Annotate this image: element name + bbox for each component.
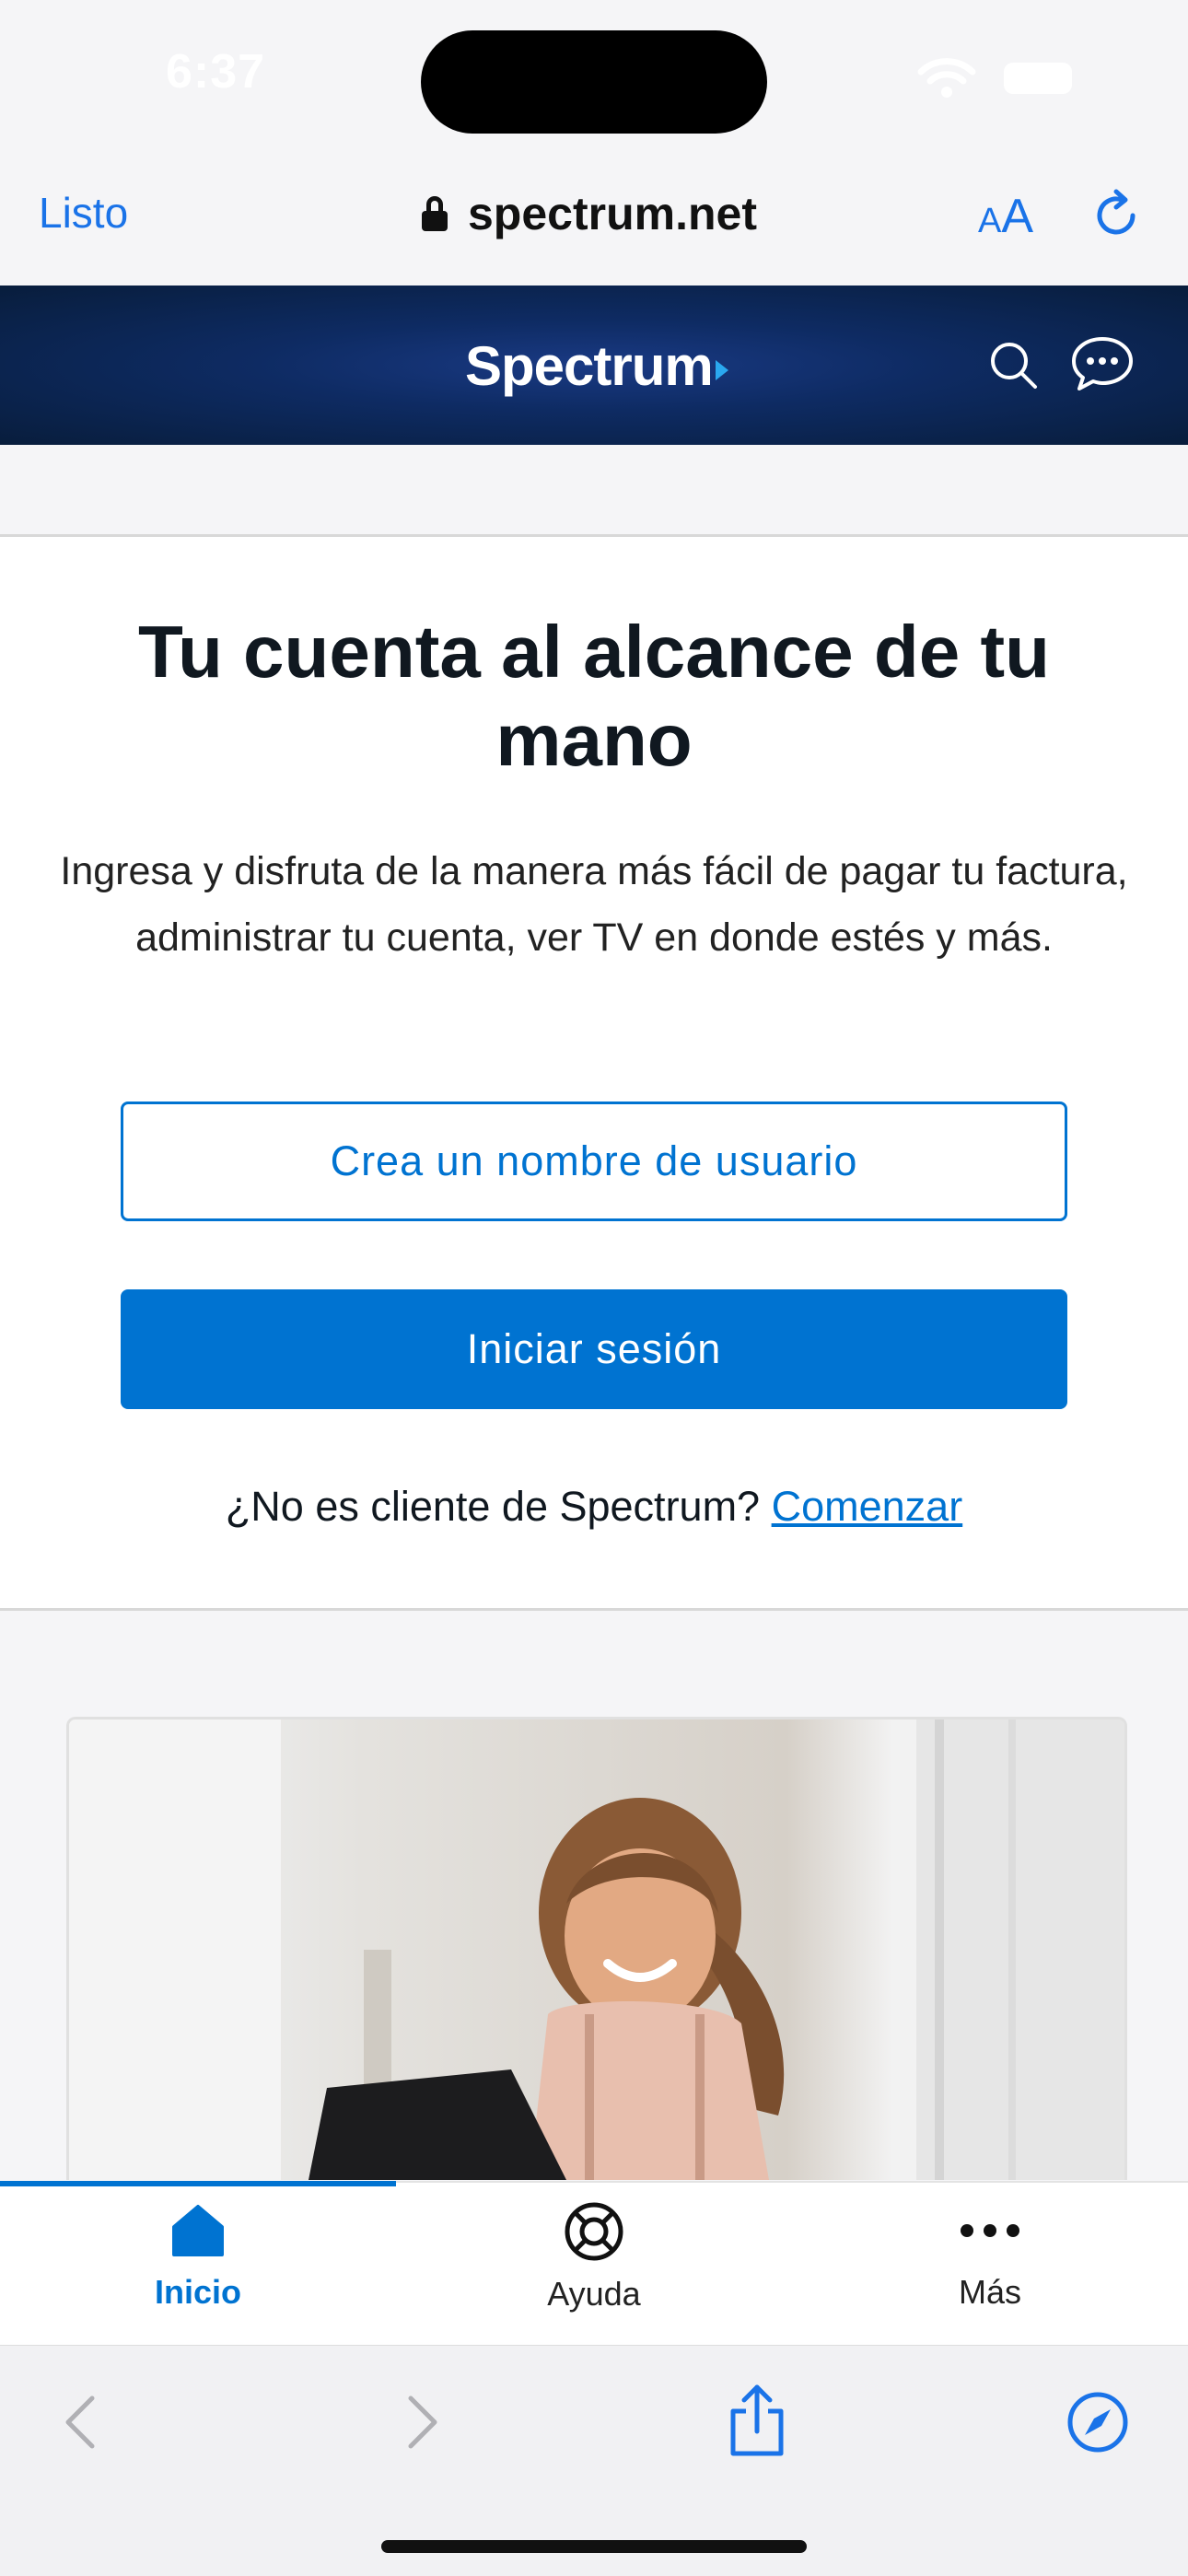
page-description: Ingresa y disfruta de la manera más fáci… (60, 849, 1128, 960)
more-dots-icon (961, 2224, 1019, 2237)
text-size-button[interactable]: AA (978, 189, 1033, 244)
tab-ayuda[interactable]: Ayuda (396, 2201, 792, 2339)
not-customer-text: ¿No es cliente de Spectrum? (225, 1483, 761, 1530)
done-button[interactable]: Listo (39, 188, 128, 238)
create-username-button[interactable]: Crea un nombre de usuario (121, 1102, 1067, 1221)
get-started-link[interactable]: Comenzar (772, 1483, 963, 1530)
tab-label-ayuda: Ayuda (547, 2275, 641, 2313)
url-text: spectrum.net (468, 188, 757, 239)
status-time: 6:37 (166, 45, 266, 99)
girl-with-tablet-illustration (69, 1719, 1124, 2180)
sign-in-button[interactable]: Iniciar sesión (121, 1289, 1067, 1409)
search-icon[interactable] (987, 339, 1039, 390)
active-tab-indicator (0, 2181, 396, 2186)
home-icon (172, 2205, 224, 2256)
tab-label-inicio: Inicio (154, 2273, 241, 2311)
compass-icon[interactable] (1066, 2391, 1129, 2454)
tab-inicio[interactable]: Inicio (0, 2201, 396, 2339)
wifi-icon (917, 58, 976, 98)
share-icon[interactable] (724, 2384, 790, 2457)
address-bar[interactable]: spectrum.net (422, 184, 757, 243)
spectrum-logo[interactable]: Spectrum (465, 334, 728, 398)
back-icon[interactable] (59, 2393, 99, 2452)
lifebuoy-icon (565, 2202, 623, 2261)
dynamic-island (421, 30, 767, 134)
lock-icon (422, 196, 448, 231)
text-size-small-glyph: A (978, 202, 1002, 240)
logo-arrow-icon (715, 360, 728, 381)
logo-text: Spectrum (465, 335, 714, 397)
battery-icon (1004, 63, 1072, 94)
not-customer-line: ¿No es cliente de Spectrum? Comenzar (0, 1483, 1188, 1531)
reload-icon[interactable] (1089, 188, 1144, 243)
text-size-big-glyph: A (1001, 190, 1034, 243)
card-bottom-divider (0, 1608, 1188, 1611)
tab-label-mas: Más (958, 2273, 1021, 2311)
forward-icon[interactable] (403, 2393, 444, 2452)
chat-icon[interactable] (1070, 335, 1135, 392)
tab-mas[interactable]: Más (792, 2201, 1188, 2339)
home-indicator (381, 2540, 807, 2553)
page-title: Tu cuenta al alcance de tu mano (138, 611, 1050, 781)
promo-image (66, 1717, 1127, 2180)
